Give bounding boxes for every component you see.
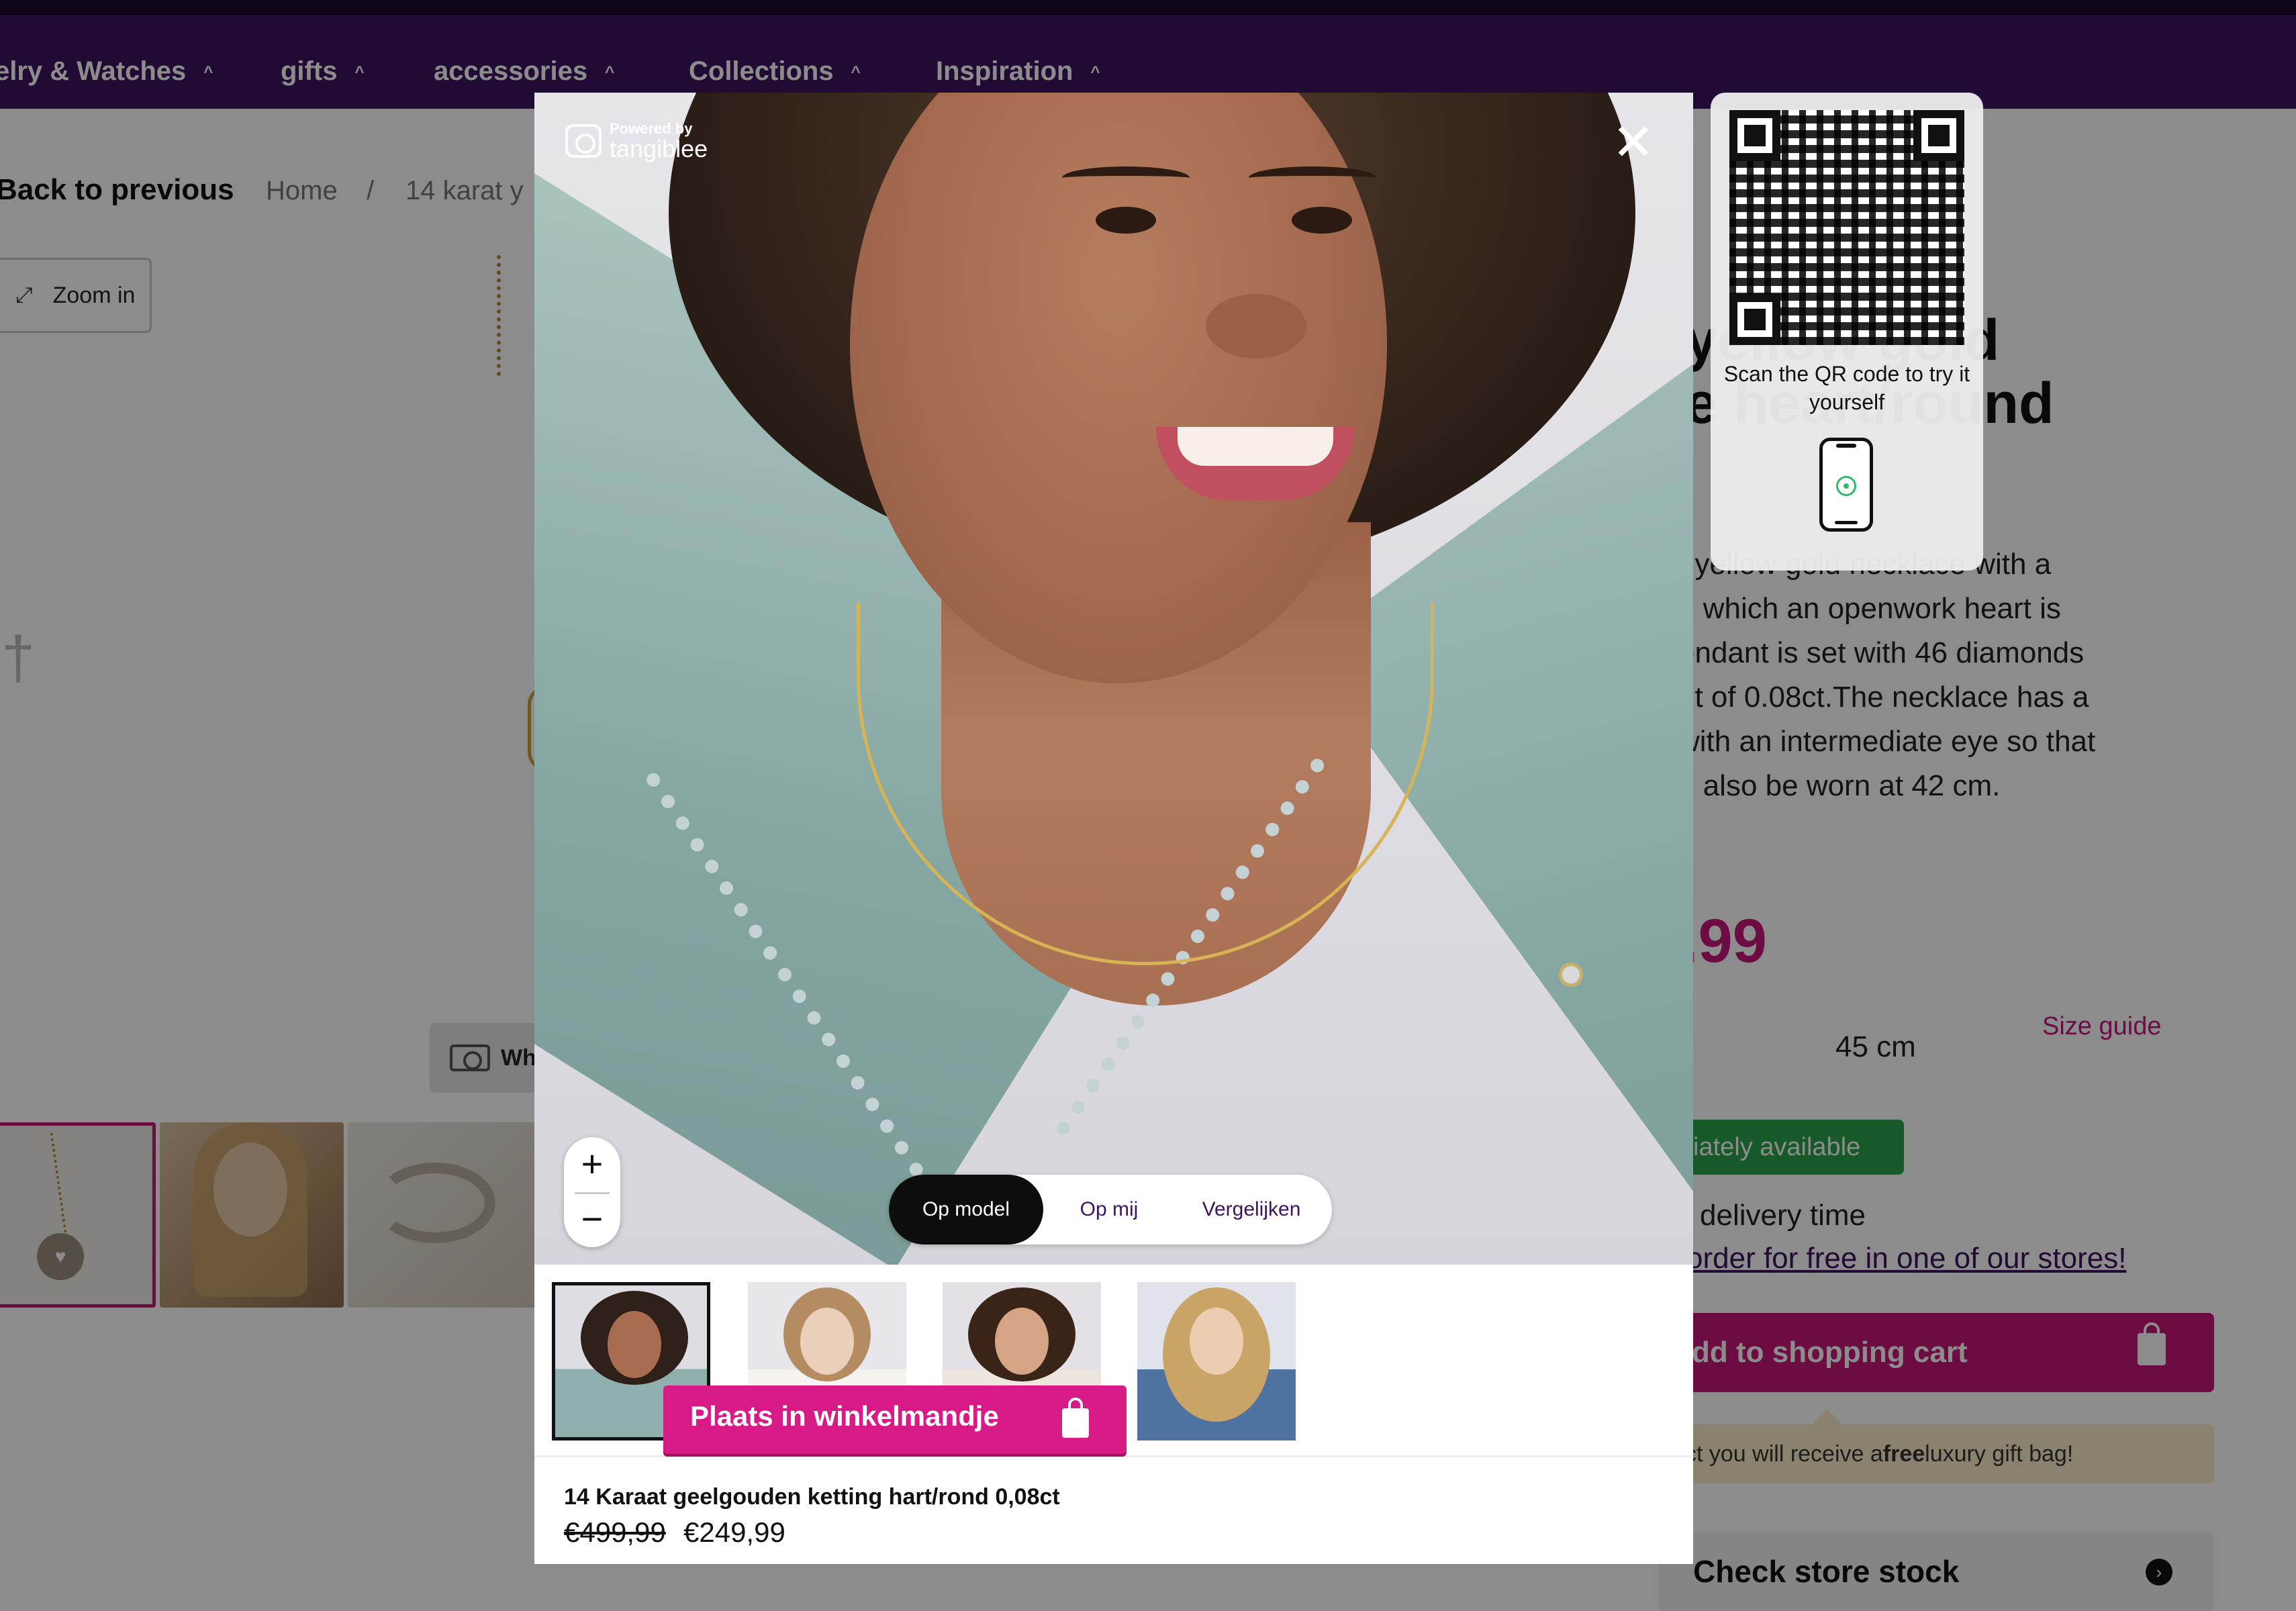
nav-label: Inspiration [936,56,1073,86]
gift-note-text: luxury gift bag! [1925,1441,2074,1467]
thumb-face [1190,1308,1243,1375]
nav-label: accessories [434,56,588,86]
zoom-out-icon[interactable]: − [564,1192,620,1247]
gallery-thumb-detail[interactable] [348,1122,536,1308]
camera-try-on-button[interactable]: Wh [430,1023,537,1093]
size-guide-link[interactable]: Size guide [2042,1012,2161,1041]
product-description: t yellow gold necklace with a n which an… [1678,542,2095,808]
shopping-bag-icon [1062,1398,1089,1438]
chevron-up-icon: ^ [203,63,213,81]
old-price: €499,99 [564,1516,666,1548]
powered-by-tangiblee: Powered by tangiblee [565,121,708,161]
add-to-basket-button[interactable]: Plaats in winkelmandje [663,1385,1127,1454]
shopping-bag-icon [2138,1322,2166,1365]
arrow-right-icon: › [2146,1559,2172,1585]
chevron-up-icon: ^ [851,63,861,81]
qr-finder-pattern [1729,294,1780,345]
add-to-basket-label: Plaats in winkelmandje [690,1400,999,1432]
add-to-cart-button[interactable]: dd to shopping cart [1658,1313,2214,1392]
thumb-chain [50,1132,67,1233]
camera-label: Wh [501,1044,536,1071]
thumb-face [995,1308,1049,1375]
tangiblee-logo-icon [565,124,602,158]
model-teeth [1178,427,1333,466]
brand-name: tangiblee [610,135,708,162]
gift-bag-note: ct you will receive a free luxury gift b… [1658,1410,2214,1483]
heart-pendant-icon: ♥ [37,1233,84,1280]
zoom-in-icon[interactable]: + [564,1137,620,1192]
modal-product-name: 14 Karaat geelgouden ketting hart/rond 0… [564,1484,1060,1510]
nav-collections[interactable]: Collections ^ [689,56,861,87]
camera-icon [450,1044,490,1071]
thumb-detail-shape [375,1163,495,1243]
model-thumb[interactable] [1137,1282,1296,1441]
expand-icon: ⤢ [15,283,33,307]
nav-jewelry-watches[interactable]: elry & Watches ^ [0,56,213,87]
tab-op-mij[interactable]: Op mij [1049,1175,1169,1244]
description-line: nt of 0.08ct.The necklace has a [1678,681,2089,714]
qr-code-card: Scan the QR code to try it yourself [1711,93,1983,571]
gallery-thumb-model[interactable] [160,1122,344,1308]
gallery-prev-icon[interactable]: † [1,624,35,693]
model-nose [1206,294,1306,358]
gift-note-bold: free [1882,1441,1925,1467]
zoom-in-label: Zoom in [52,282,136,308]
description-line: n also be worn at 42 cm. [1678,769,2001,802]
thumb-model-face [213,1142,287,1236]
thumb-face [608,1311,661,1378]
virtual-try-on-modal: Powered by tangiblee ✕ + − Op model Op m… [534,93,1693,1564]
try-on-viewer[interactable]: Powered by tangiblee ✕ + − Op model Op m… [534,93,1693,1265]
nav-label: elry & Watches [0,56,187,86]
breadcrumb-home[interactable]: Home [266,176,338,206]
close-icon[interactable]: ✕ [1610,117,1657,168]
nav-label: Collections [689,56,834,86]
gift-note-text: ct you will receive a [1685,1441,1883,1467]
model-eye [1292,207,1352,234]
qr-instructions: Scan the QR code to try it yourself [1723,362,1970,414]
tab-vergelijken[interactable]: Vergelijken [1178,1175,1325,1244]
qr-code-image [1729,110,1964,345]
back-to-previous-link[interactable]: Back to previous [0,173,234,207]
model-eye [1096,207,1156,234]
model-eyebrow [1249,166,1376,189]
tab-op-model[interactable]: Op model [889,1175,1043,1244]
order-in-store-link[interactable]: order for free in one of our stores! [1686,1242,2126,1275]
product-image-chain [497,255,530,376]
add-to-cart-label: dd to shopping cart [1692,1336,1968,1369]
qr-finder-pattern [1913,110,1964,161]
description-line: with an intermediate eye so that [1678,725,2096,758]
phone-icon [1819,438,1873,532]
thumb-face [800,1308,854,1375]
breadcrumb-separator: / [367,176,375,205]
breadcrumb-current: 14 karat y [405,176,524,205]
nav-label: gifts [281,56,338,86]
modal-product-bar: 14 Karaat geelgouden ketting hart/rond 0… [534,1455,1693,1564]
delivery-time: delivery time [1700,1199,1866,1232]
chevron-up-icon: ^ [605,63,615,81]
qr-finder-pattern [1729,110,1780,161]
description-line: endant is set with 46 diamonds [1678,636,2085,669]
chevron-up-icon: ^ [354,63,365,81]
nav-accessories[interactable]: accessories ^ [434,56,614,87]
description-line: n which an openwork heart is [1678,592,2061,625]
nav-gifts[interactable]: gifts ^ [281,56,364,87]
model-eyebrow [1062,166,1190,189]
zoom-in-button[interactable]: ⤢ Zoom in [0,258,152,333]
store-stock-label: Check store stock [1693,1554,1960,1589]
necklace-pendant [1559,963,1583,987]
product-price: .99 [1681,907,1767,975]
size-select[interactable]: 45 cm [1835,1030,1916,1064]
check-store-stock-button[interactable]: Check store stock › [1658,1532,2214,1611]
phone-target-icon [1836,476,1856,496]
view-mode-switch: Op model Op mij Vergelijken [889,1175,1332,1244]
top-strip [0,0,2296,15]
zoom-control: + − [564,1137,620,1247]
phone-notch [1836,444,1856,448]
gallery-thumb-necklace[interactable]: ♥ [0,1122,156,1308]
phone-home-bar [1835,521,1858,524]
sale-price: €249,99 [683,1516,785,1548]
availability-badge: iately available [1658,1120,1904,1175]
chevron-up-icon: ^ [1090,63,1100,81]
nav-inspiration[interactable]: Inspiration ^ [936,56,1100,87]
